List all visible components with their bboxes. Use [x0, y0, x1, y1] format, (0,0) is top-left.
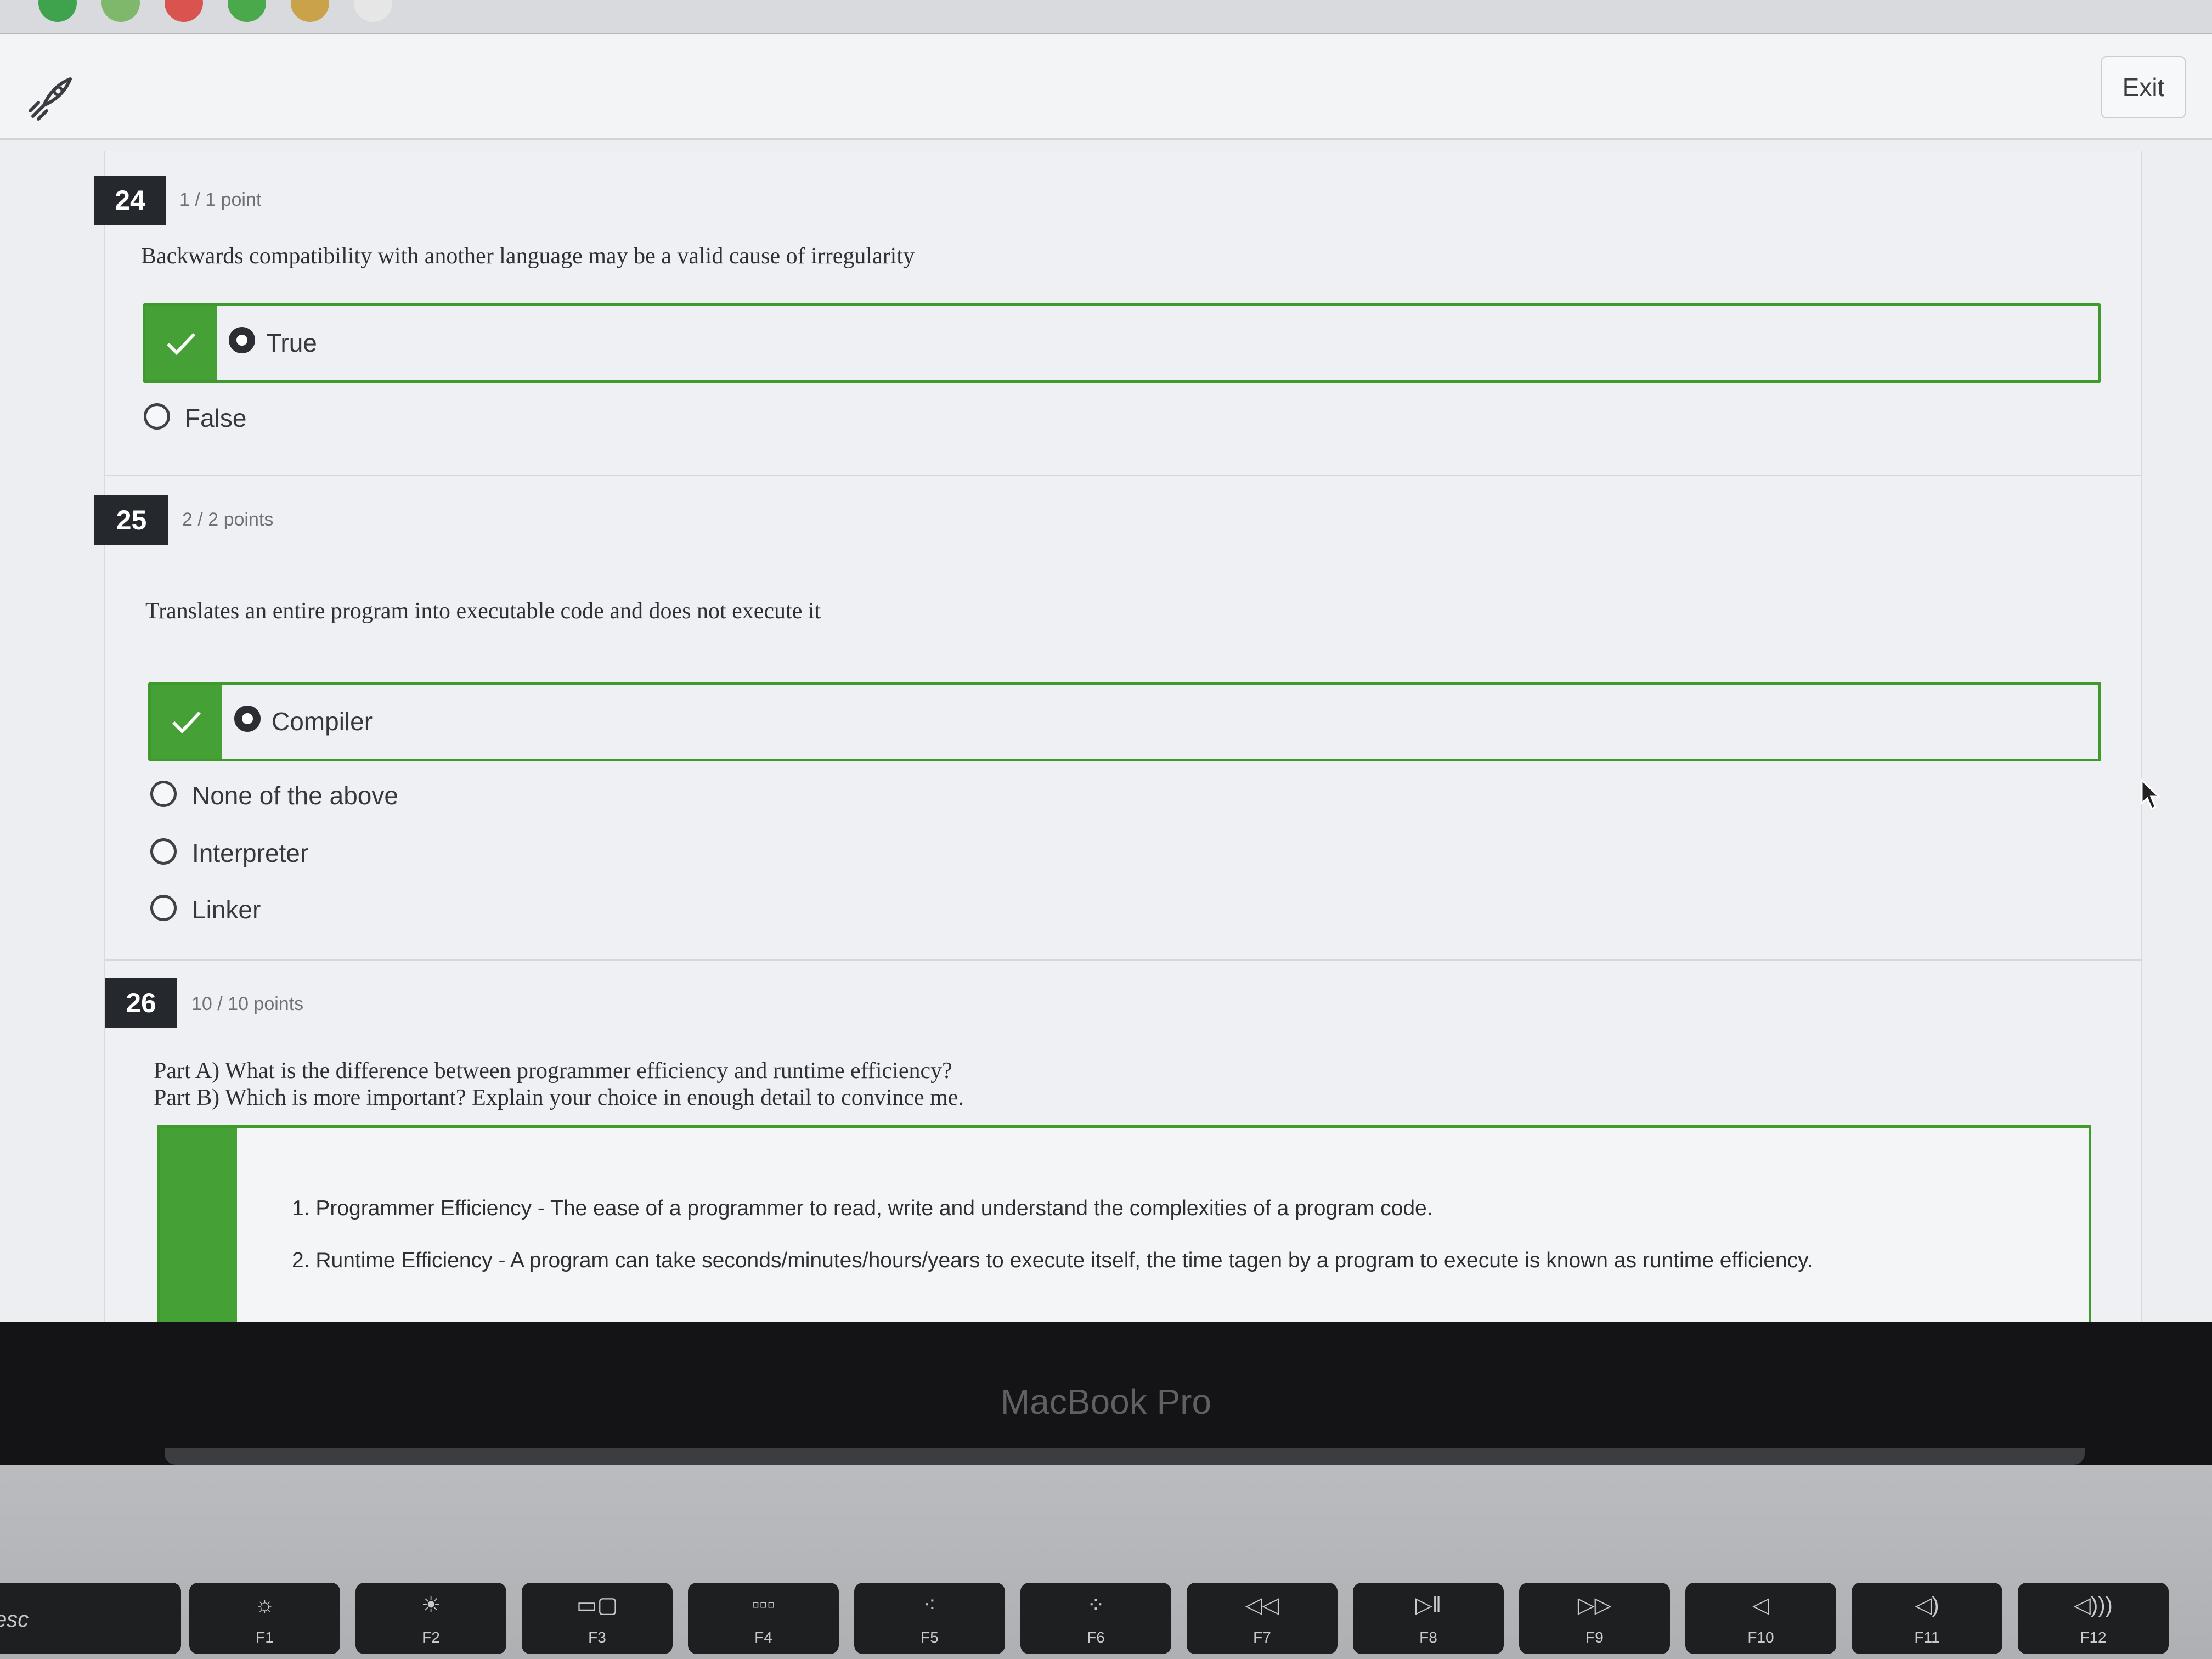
os-toolbar-strip — [0, 0, 2212, 34]
function-key-f5[interactable]: ⁖ F5 — [854, 1583, 1005, 1654]
function-key-f4[interactable]: ▫▫▫ F4 — [688, 1583, 839, 1654]
radio-button[interactable] — [150, 838, 177, 865]
question-number: 26 — [105, 978, 177, 1028]
function-key-f11[interactable]: ◁) F11 — [1852, 1583, 2002, 1654]
toolbar-app-icon[interactable] — [165, 0, 203, 22]
key-label: F11 — [1914, 1629, 1940, 1646]
key-label: F12 — [2080, 1629, 2107, 1646]
correct-indicator-bar — [160, 1128, 237, 1322]
answer-option-correct[interactable]: True — [143, 303, 2101, 383]
screen-bezel: MacBook Pro — [0, 1322, 2212, 1465]
key-label: F2 — [422, 1629, 440, 1646]
question-number: 25 — [94, 495, 168, 545]
question-number: 24 — [94, 176, 166, 225]
question-points: 1 / 1 point — [179, 189, 262, 210]
function-key-f6[interactable]: ⁘ F6 — [1020, 1583, 1171, 1654]
toolbar-app-icon[interactable] — [354, 0, 392, 22]
laptop-screen: Exit 24 1 / 1 point Backwards compatibil… — [0, 0, 2212, 1322]
launchpad-icon: ▫▫▫ — [752, 1593, 775, 1617]
radio-button[interactable] — [144, 403, 170, 430]
question-text-part-a: Part A) What is the difference between p… — [154, 1058, 952, 1084]
answer-line: 1. Programmer Efficiency - The ease of a… — [292, 1197, 1433, 1220]
function-key-f12[interactable]: ◁))) F12 — [2018, 1583, 2169, 1654]
function-key-f1[interactable]: ☼ F1 — [189, 1583, 340, 1654]
answer-label: Compiler — [272, 707, 373, 736]
function-key-f3[interactable]: ▭▢ F3 — [522, 1583, 673, 1654]
brightness-up-icon: ☀ — [421, 1593, 441, 1617]
bezel-label: MacBook Pro — [1000, 1382, 1212, 1421]
key-label: F10 — [1747, 1629, 1774, 1646]
question-25: 25 2 / 2 points Translates an entire pro… — [94, 476, 2141, 959]
key-label: F4 — [754, 1629, 772, 1646]
volume-up-icon: ◁))) — [2074, 1593, 2113, 1617]
rewind-icon: ◁◁ — [1245, 1593, 1279, 1617]
key-label: F5 — [921, 1629, 939, 1646]
question-text: Backwards compatibility with another lan… — [141, 244, 915, 269]
key-label: F9 — [1585, 1629, 1604, 1646]
function-key-f9[interactable]: ▷▷ F9 — [1519, 1583, 1670, 1654]
key-label: F7 — [1253, 1629, 1271, 1646]
key-label: F3 — [588, 1629, 606, 1646]
question-26: 26 10 / 10 points Part A) What is the di… — [105, 961, 2141, 1322]
function-key-f7[interactable]: ◁◁ F7 — [1187, 1583, 1338, 1654]
mute-icon: ◁ — [1752, 1593, 1769, 1617]
toolbar-app-icon[interactable] — [291, 0, 329, 22]
play-pause-icon: ▷‖ — [1415, 1593, 1442, 1617]
radio-button-selected[interactable] — [234, 706, 261, 732]
brightness-down-icon: ☼ — [255, 1593, 275, 1617]
function-key-f10[interactable]: ◁ F10 — [1685, 1583, 1836, 1654]
question-points: 10 / 10 points — [191, 994, 304, 1014]
answer-option-correct[interactable]: Compiler — [148, 682, 2101, 761]
quiz-header: Exit — [0, 34, 2212, 140]
fast-forward-icon: ▷▷ — [1577, 1593, 1612, 1617]
question-text-part-b: Part B) Which is more important? Explain… — [154, 1085, 964, 1110]
key-label: F8 — [1419, 1629, 1437, 1646]
radio-button[interactable] — [150, 781, 177, 807]
hinge — [165, 1448, 2085, 1465]
volume-down-icon: ◁) — [1915, 1593, 1939, 1617]
question-points: 2 / 2 points — [182, 509, 274, 530]
toolbar-app-icon[interactable] — [38, 0, 77, 22]
question-text: Translates an entire program into execut… — [145, 599, 821, 624]
mission-control-icon: ▭▢ — [576, 1593, 618, 1617]
checkmark-icon — [145, 306, 217, 380]
answer-label: True — [266, 329, 317, 357]
keyboard-light-down-icon: ⁖ — [923, 1593, 936, 1617]
checkmark-icon — [151, 685, 222, 759]
function-key-f8[interactable]: ▷‖ F8 — [1353, 1583, 1504, 1654]
rocket-icon[interactable] — [22, 72, 77, 127]
exit-button[interactable]: Exit — [2101, 56, 2186, 119]
key-label: F1 — [256, 1629, 274, 1646]
quiz-content: 24 1 / 1 point Backwards compatibility w… — [94, 151, 2142, 1322]
esc-key[interactable]: esc — [0, 1583, 181, 1654]
mouse-pointer-icon — [2141, 779, 2161, 810]
function-key-f2[interactable]: ☀ F2 — [356, 1583, 506, 1654]
key-label: F6 — [1087, 1629, 1105, 1646]
radio-button-selected[interactable] — [229, 327, 255, 353]
question-24: 24 1 / 1 point Backwards compatibility w… — [94, 151, 2141, 475]
keyboard-light-up-icon: ⁘ — [1086, 1593, 1105, 1617]
answer-label[interactable]: False — [185, 403, 246, 433]
answer-label[interactable]: Interpreter — [192, 838, 308, 868]
toolbar-app-icon[interactable] — [101, 0, 140, 22]
answer-label[interactable]: Linker — [192, 895, 261, 924]
toolbar-app-icon[interactable] — [228, 0, 266, 22]
radio-button[interactable] — [150, 895, 177, 921]
answer-line: 2. Runtime Efficiency - A program can ta… — [292, 1249, 1813, 1272]
answer-label[interactable]: None of the above — [192, 781, 398, 810]
key-label: esc — [0, 1607, 29, 1632]
essay-answer-box: 1. Programmer Efficiency - The ease of a… — [157, 1125, 2091, 1322]
